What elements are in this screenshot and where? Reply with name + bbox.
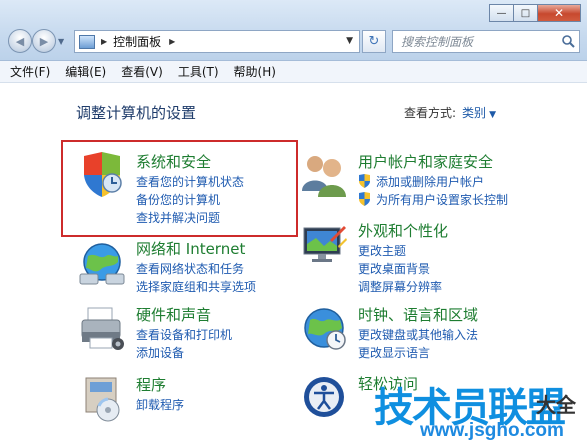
window-chrome: — □ ✕ ◀ ▶ ▼ ▶ 控制面板 ▶ ▼ ↻ 搜索控制面板 — [0, 0, 587, 61]
watermark: 技术员联盟 大全 www.jsgho.com — [374, 375, 587, 443]
category-hardware-sound: 硬件和声音 查看设备和打印机 添加设备 — [78, 304, 298, 366]
highlight-box — [61, 140, 298, 237]
programs-icon[interactable] — [78, 374, 126, 422]
link-change-desktop-background[interactable]: 更改桌面背景 — [358, 260, 430, 277]
network-globe-icon[interactable] — [78, 238, 126, 286]
address-dropdown-icon[interactable]: ▼ — [346, 36, 353, 46]
forward-button[interactable]: ▶ — [32, 29, 56, 53]
link-add-device[interactable]: 添加设备 — [136, 344, 184, 361]
category-title[interactable]: 程序 — [136, 374, 166, 395]
link-label: 为所有用户设置家长控制 — [376, 193, 509, 207]
navigation-bar: ◀ ▶ ▼ ▶ 控制面板 ▶ ▼ ↻ 搜索控制面板 — [0, 27, 587, 55]
menu-file[interactable]: 文件(F) — [10, 63, 50, 80]
page-title: 调整计算机的设置 — [76, 104, 197, 122]
link-uninstall-program[interactable]: 卸载程序 — [136, 396, 184, 413]
breadcrumb-separator-icon[interactable]: ▶ — [101, 37, 107, 46]
uac-shield-icon — [359, 174, 370, 188]
category-title[interactable]: 硬件和声音 — [136, 304, 211, 325]
users-icon[interactable] — [300, 151, 348, 199]
menu-edit[interactable]: 编辑(E) — [65, 63, 106, 80]
breadcrumb-control-panel[interactable]: 控制面板 — [113, 33, 161, 50]
search-placeholder: 搜索控制面板 — [401, 35, 474, 49]
control-panel-icon — [79, 34, 95, 49]
category-title[interactable]: 网络和 Internet — [136, 238, 245, 259]
link-homegroup-sharing[interactable]: 选择家庭组和共享选项 — [136, 278, 256, 295]
link-adjust-resolution[interactable]: 调整屏幕分辨率 — [358, 278, 442, 295]
category-title[interactable]: 外观和个性化 — [358, 220, 448, 241]
printer-icon[interactable] — [78, 304, 126, 352]
link-network-status[interactable]: 查看网络状态和任务 — [136, 260, 244, 277]
search-icon[interactable] — [561, 34, 575, 48]
refresh-button[interactable]: ↻ — [362, 30, 386, 53]
recent-pages-dropdown[interactable]: ▼ — [58, 37, 64, 46]
link-change-keyboard[interactable]: 更改键盘或其他输入法 — [358, 326, 478, 343]
view-by-dropdown[interactable]: 类别 — [462, 106, 486, 120]
category-user-accounts: 用户帐户和家庭安全 添加或删除用户帐户 为所有用户设置家长控制 — [300, 151, 580, 213]
menu-bar: 文件(F) 编辑(E) 查看(V) 工具(T) 帮助(H) — [0, 61, 587, 83]
maximize-button[interactable]: □ — [513, 4, 538, 22]
watermark-url: www.jsgho.com — [420, 420, 564, 441]
view-by-caret-icon[interactable]: ▼ — [489, 110, 496, 120]
view-by: 查看方式: 类别 ▼ — [404, 104, 496, 121]
address-bar[interactable]: ▶ 控制面板 ▶ ▼ — [74, 30, 360, 53]
link-add-remove-accounts[interactable]: 添加或删除用户帐户 — [358, 173, 484, 190]
main-content: 调整计算机的设置 查看方式: 类别 ▼ 系统和安全 查看您的计算机状态 备份您的计算… — [0, 83, 587, 443]
category-network-internet: 网络和 Internet 查看网络状态和任务 选择家庭组和共享选项 — [78, 238, 298, 300]
link-label: 添加或删除用户帐户 — [376, 175, 485, 189]
uac-shield-icon — [359, 192, 370, 206]
link-change-display-language[interactable]: 更改显示语言 — [358, 344, 430, 361]
back-button[interactable]: ◀ — [8, 29, 32, 53]
clock-globe-icon[interactable] — [300, 304, 348, 352]
caption-buttons: — □ ✕ — [489, 4, 581, 22]
ease-of-access-icon[interactable] — [300, 373, 348, 421]
minimize-button[interactable]: — — [489, 4, 514, 22]
close-button[interactable]: ✕ — [537, 4, 581, 22]
appearance-monitor-icon[interactable] — [300, 220, 348, 268]
category-clock-language-region: 时钟、语言和区域 更改键盘或其他输入法 更改显示语言 — [300, 304, 580, 366]
menu-tools[interactable]: 工具(T) — [178, 63, 219, 80]
category-programs: 程序 卸载程序 — [78, 374, 298, 430]
category-title[interactable]: 时钟、语言和区域 — [358, 304, 478, 325]
menu-help[interactable]: 帮助(H) — [234, 63, 276, 80]
link-devices-printers[interactable]: 查看设备和打印机 — [136, 326, 232, 343]
view-by-label: 查看方式: — [404, 106, 457, 120]
link-parental-controls[interactable]: 为所有用户设置家长控制 — [358, 191, 508, 208]
link-change-theme[interactable]: 更改主题 — [358, 242, 406, 259]
watermark-suffix: 大全 — [536, 393, 576, 417]
menu-view[interactable]: 查看(V) — [121, 63, 163, 80]
category-title[interactable]: 用户帐户和家庭安全 — [358, 151, 493, 172]
search-input[interactable]: 搜索控制面板 — [392, 30, 580, 53]
category-appearance: 外观和个性化 更改主题 更改桌面背景 调整屏幕分辨率 — [300, 220, 580, 294]
breadcrumb-chevron-icon[interactable]: ▶ — [169, 37, 175, 46]
